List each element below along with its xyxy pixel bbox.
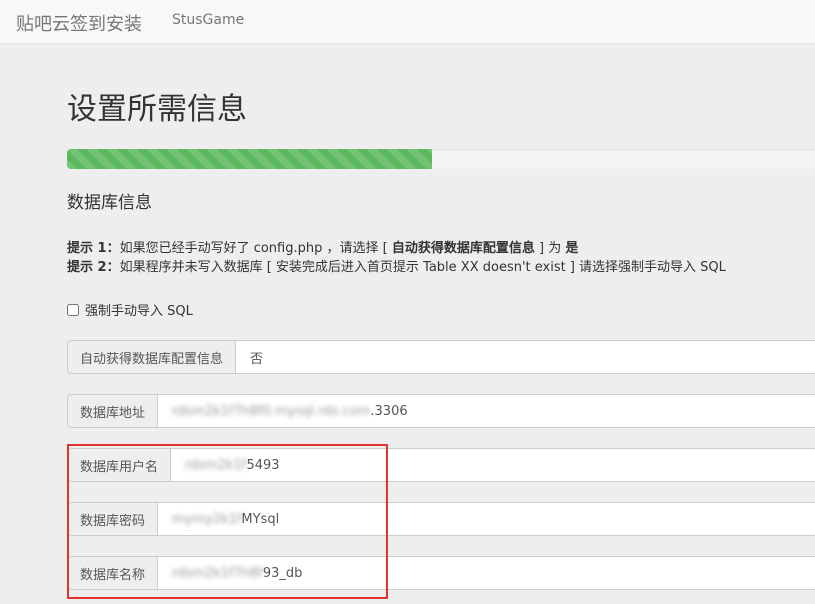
db-password-input[interactable]: mymy2k1f MYsql <box>157 502 815 536</box>
page-title: 设置所需信息 <box>67 92 247 127</box>
db-user-masked: rdsm2k1f <box>185 457 247 473</box>
tip-2: 提示 2：如果程序并未写入数据库 [ 安装完成后进入首页提示 Table XX … <box>67 258 726 277</box>
tips: 提示 1：如果您已经手动写好了 config.php ，请选择 [ 自动获得数据… <box>67 239 726 277</box>
tip-1: 提示 1：如果您已经手动写好了 config.php ，请选择 [ 自动获得数据… <box>67 239 726 258</box>
auto-config-group: 自动获得数据库配置信息 否 <box>67 340 815 374</box>
tip-2-label: 提示 2： <box>67 260 120 275</box>
nav-link-stusgame[interactable]: StusGame <box>172 12 244 28</box>
install-progress <box>67 149 815 169</box>
db-host-group: 数据库地址 rdsm2k1f7h8f0.mysql.rds.com .3306 <box>67 394 815 428</box>
db-password-group: 数据库密码 mymy2k1f MYsql <box>67 502 815 536</box>
db-name-value: 93_db <box>262 565 303 581</box>
auto-config-label: 自动获得数据库配置信息 <box>67 340 236 374</box>
tip-2-text: 如果程序并未写入数据库 [ 安装完成后进入首页提示 Table XX doesn… <box>119 260 726 275</box>
force-sql-checkbox[interactable] <box>67 303 79 316</box>
tip-1-bold: 自动获得数据库配置信息 <box>391 241 535 256</box>
brand-link[interactable]: 贴吧云签到安装 <box>16 10 142 36</box>
db-name-group: 数据库名称 rdsm2k1f7h8f 93_db <box>67 556 815 590</box>
auto-config-select[interactable]: 否 <box>235 340 815 374</box>
db-password-value: MYsql <box>241 511 280 527</box>
section-title: 数据库信息 <box>67 193 152 213</box>
db-password-masked: mymy2k1f <box>172 511 242 527</box>
db-name-masked: rdsm2k1f7h8f <box>172 565 263 581</box>
force-sql-label: 强制手动导入 SQL <box>85 304 193 319</box>
db-user-label: 数据库用户名 <box>67 448 171 482</box>
top-navbar: 贴吧云签到安装 StusGame <box>0 0 815 44</box>
db-user-input[interactable]: rdsm2k1f 5493 <box>170 448 815 482</box>
db-name-label: 数据库名称 <box>67 556 158 590</box>
db-name-input[interactable]: rdsm2k1f7h8f 93_db <box>157 556 815 590</box>
db-password-label: 数据库密码 <box>67 502 158 536</box>
db-host-label: 数据库地址 <box>67 394 158 428</box>
db-host-value: .3306 <box>370 403 408 419</box>
force-sql-option[interactable]: 强制手动导入 SQL <box>67 300 193 319</box>
tip-1-value: 是 <box>565 241 579 256</box>
tip-1-mid: ] 为 <box>534 241 566 256</box>
tip-1-text: 如果您已经手动写好了 config.php ，请选择 [ <box>119 241 392 256</box>
db-host-masked: rdsm2k1f7h8f0.mysql.rds.com <box>172 403 371 419</box>
install-progress-fill <box>67 149 432 169</box>
auto-config-value: 否 <box>250 351 264 367</box>
db-host-input[interactable]: rdsm2k1f7h8f0.mysql.rds.com .3306 <box>157 394 815 428</box>
db-user-value: 5493 <box>246 457 280 473</box>
tip-1-label: 提示 1： <box>67 241 120 256</box>
db-user-group: 数据库用户名 rdsm2k1f 5493 <box>67 448 815 482</box>
